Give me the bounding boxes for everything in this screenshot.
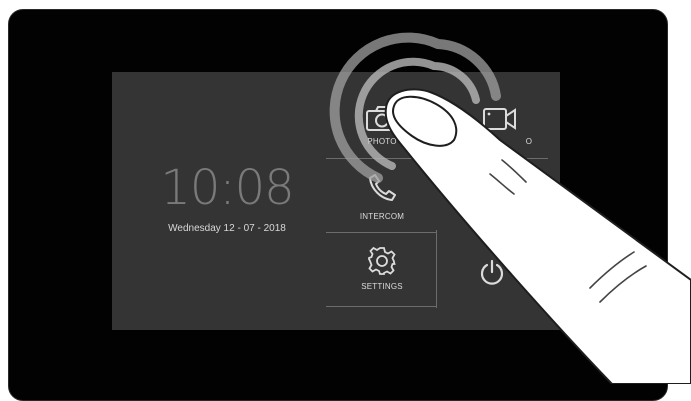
- photo-button[interactable]: PHOTO: [326, 80, 438, 160]
- touch-screen: 10:08 Wednesday 12 - 07 - 2018 PHOTO O I…: [112, 72, 560, 330]
- video-camera-icon: [483, 108, 516, 130]
- power-button[interactable]: [438, 232, 550, 312]
- camera-icon: [366, 106, 398, 131]
- clock-time: 10:08: [160, 160, 294, 216]
- photo-label: PHOTO: [367, 137, 397, 146]
- intercom-label: INTERCOM: [359, 212, 405, 221]
- power-icon: [480, 259, 504, 285]
- video-button[interactable]: O: [438, 80, 550, 160]
- phone-icon: [369, 174, 396, 201]
- settings-button[interactable]: SETTINGS: [326, 232, 438, 312]
- clock-date: Wednesday 12 - 07 - 2018: [168, 223, 286, 234]
- gear-icon: [368, 246, 396, 275]
- settings-label: SETTINGS: [361, 282, 403, 291]
- video-label: O: [525, 137, 533, 146]
- intercom-button[interactable]: INTERCOM: [326, 160, 438, 240]
